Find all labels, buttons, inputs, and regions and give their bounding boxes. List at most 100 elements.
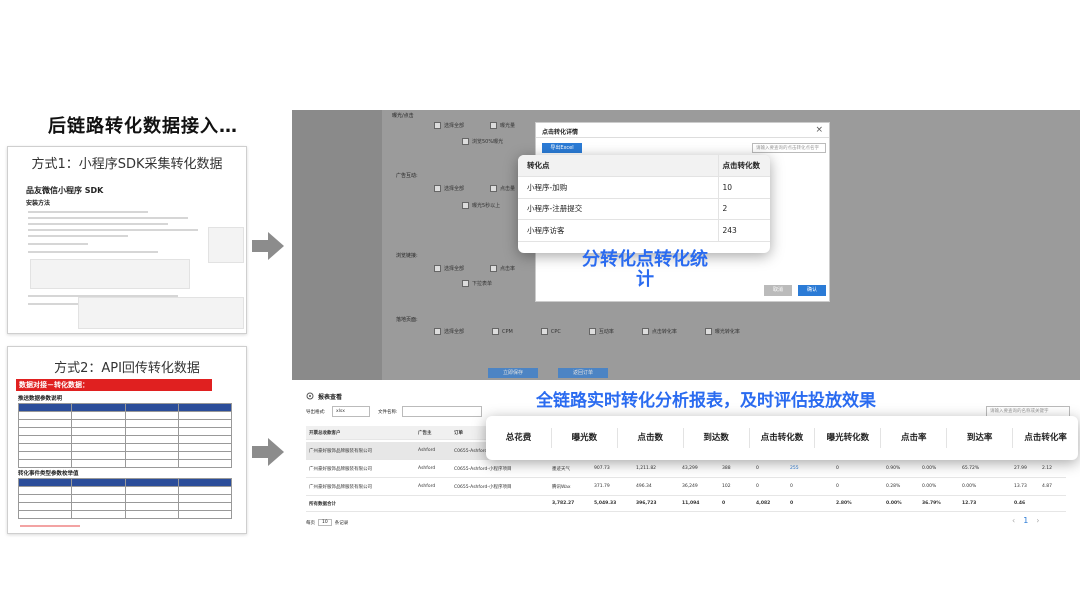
checkbox-option[interactable]: 点击量 xyxy=(490,185,515,192)
confirm-button[interactable]: 确认 xyxy=(798,285,826,296)
column-header: 曝光转化数 xyxy=(815,428,882,448)
checkbox-option[interactable]: 浏览50%曝光 xyxy=(462,138,503,145)
column-header[interactable]: 转化点 xyxy=(518,155,718,177)
cell: Ashford xyxy=(418,466,436,471)
cell[interactable]: 255 xyxy=(790,466,836,471)
column-header[interactable]: 点击转化数 xyxy=(717,155,770,177)
prev-page-icon[interactable]: ‹ xyxy=(1012,516,1015,525)
checkbox-option[interactable]: 点击率 xyxy=(490,265,515,272)
cell: 43,299 xyxy=(682,466,698,471)
api-method-card: 方式2：API回传转化数据 数据对接－转化数据： 推送数据参数说明 转化事件类型… xyxy=(7,346,247,534)
section-label: 落地页面: xyxy=(396,317,418,323)
page-size-suffix: 条记录 xyxy=(334,520,349,526)
settings-icon xyxy=(306,392,314,400)
option-row: 选择全部 点击量 xyxy=(434,185,515,192)
cell: 4,082 xyxy=(756,501,771,506)
overlay-line: 分转化点转化统 xyxy=(582,249,708,270)
total-row: 所有数据合计 3,782.27 5,049.33 396,723 11,094 … xyxy=(306,496,1066,512)
checkbox-option[interactable]: 选择全部 xyxy=(434,265,464,272)
api-table-title: 推送数据参数说明 xyxy=(18,396,63,402)
table-row: 广州豪好服饰品牌服装有限公司 Ashford C0655-Ashford-小程序… xyxy=(306,478,1066,496)
cell: 496.34 xyxy=(636,484,652,489)
cell: 907.73 xyxy=(594,466,610,471)
checkbox-option[interactable]: 曝光5秒以上 xyxy=(462,202,500,209)
cell: 广州豪好服饰品牌服装有限公司 xyxy=(309,448,372,454)
cell: 2.80% xyxy=(836,501,852,506)
overlay-line: 计 xyxy=(636,269,654,290)
cell: 102 xyxy=(722,484,731,489)
conversion-count: 243 xyxy=(717,219,770,242)
modal-search-input[interactable]: 请输入要查询的点击转化点名字 xyxy=(752,143,826,153)
checkbox-option[interactable]: CPM xyxy=(492,328,513,335)
report-header-zoom: 总花费 曝光数 点击数 到达数 点击转化数 曝光转化数 点击率 到达率 点击转化… xyxy=(486,416,1078,460)
arrow-right-icon xyxy=(252,438,284,466)
cell: 1,211.82 xyxy=(636,466,657,471)
report-title: 报表查看 xyxy=(318,394,343,401)
modal-title: 点击转化详情 xyxy=(542,129,579,136)
cell: 36.79% xyxy=(922,501,941,506)
cell: 0 xyxy=(790,501,794,506)
page-size-select[interactable]: 10 xyxy=(318,519,332,526)
cell: 0.00% xyxy=(962,484,977,489)
save-button[interactable]: 立即保存 xyxy=(488,368,538,378)
column-header: 曝光数 xyxy=(552,428,618,448)
section-label: 曝光/点击 xyxy=(392,113,414,119)
filename-input[interactable] xyxy=(402,406,482,417)
doc-line xyxy=(28,211,148,213)
doc-code-block xyxy=(30,259,190,289)
section-label: 广告互动: xyxy=(396,173,418,179)
close-icon[interactable]: × xyxy=(815,125,823,135)
filename-label: 文件名称: xyxy=(378,410,398,415)
doc-line xyxy=(28,217,188,219)
cell: 12.73 xyxy=(962,501,977,506)
cell: 11,094 xyxy=(682,501,700,506)
cancel-button[interactable]: 取消 xyxy=(764,285,792,296)
doc-code-block xyxy=(78,297,244,329)
checkbox-option[interactable]: 曝光量 xyxy=(490,122,515,129)
export-format-select[interactable]: xlsx xyxy=(332,406,370,417)
checkbox-option[interactable]: 选择全部 xyxy=(434,328,464,335)
cell: C0655-Ashford-小程序项目 xyxy=(454,466,512,472)
cell: 65.72% xyxy=(962,466,980,471)
doc-line xyxy=(28,243,88,245)
conversion-point-name: 小程序-注册提交 xyxy=(518,198,718,220)
checkbox-option[interactable]: 选择全部 xyxy=(434,122,464,129)
cell: 27.99 xyxy=(1014,466,1027,471)
checkbox-option[interactable]: 下拉表单 xyxy=(462,280,492,287)
checkbox-option[interactable]: 选择全部 xyxy=(434,185,464,192)
arrow-right-icon xyxy=(252,232,284,260)
cell: 0.00% xyxy=(886,501,902,506)
cell: 0 xyxy=(790,484,793,489)
next-page-icon[interactable]: › xyxy=(1036,516,1039,525)
sdk-doc-section: 安装方法 xyxy=(26,200,51,207)
option-row: 曝光5秒以上 xyxy=(462,202,500,209)
cell: 0 xyxy=(756,484,759,489)
conversion-count: 10 xyxy=(717,176,770,199)
conversion-points-table: 转化点 点击转化数 小程序-加购 10 小程序-注册提交 2 小程序访客 243 xyxy=(518,155,770,253)
column-header[interactable]: 广告主 xyxy=(418,430,454,436)
page-number[interactable]: 1 xyxy=(1023,516,1028,525)
cell: 371.79 xyxy=(594,484,610,489)
cell: 0.28% xyxy=(886,484,901,489)
sdk-doc-title: 品友微信小程序 SDK xyxy=(26,186,104,195)
checkbox-option[interactable]: CPC xyxy=(541,328,561,335)
cell: 0.46 xyxy=(1014,501,1026,506)
column-header: 到达数 xyxy=(684,428,750,448)
cell: 0.90% xyxy=(886,466,901,471)
cell: 4.87 xyxy=(1042,484,1053,489)
export-excel-button[interactable]: 导出Excel xyxy=(542,143,582,153)
checkbox-option[interactable]: 互动率 xyxy=(589,328,614,335)
checkbox-option[interactable]: 曝光转化率 xyxy=(705,328,740,335)
back-button[interactable]: 返回订单 xyxy=(558,368,608,378)
checkbox-option[interactable]: 点击转化率 xyxy=(642,328,677,335)
column-header[interactable]: 开票总收款客户 xyxy=(306,430,418,436)
api-events-table xyxy=(17,478,233,519)
page-size-control: 每页 10 条记录 xyxy=(306,519,348,526)
total-label: 所有数据合计 xyxy=(309,501,336,507)
table-header-row: 转化点 点击转化数 xyxy=(518,155,770,177)
cell: 广州豪好服饰品牌服装有限公司 xyxy=(309,466,372,472)
api-banner: 数据对接－转化数据： xyxy=(16,379,212,391)
cell: 广州豪好服饰品牌服装有限公司 xyxy=(309,484,372,490)
api-method-title: 方式2：API回传转化数据 xyxy=(54,361,200,376)
option-row: 下拉表单 xyxy=(462,280,492,287)
